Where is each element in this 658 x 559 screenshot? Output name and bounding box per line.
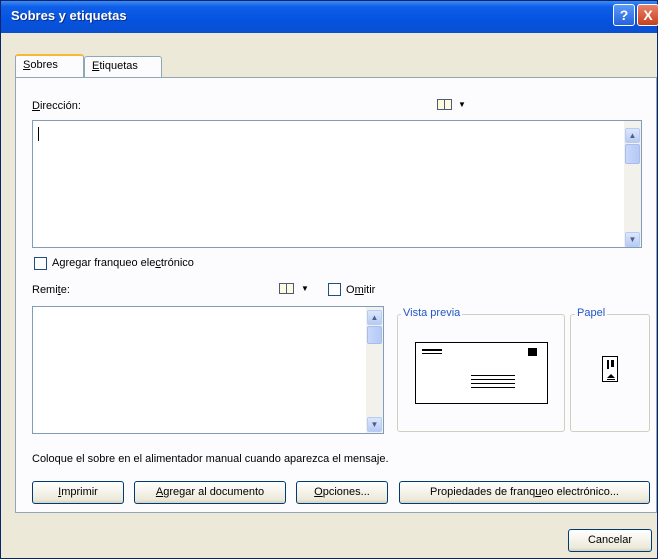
- agregar-label: gregar al documento: [163, 486, 265, 498]
- return-line: [422, 353, 442, 354]
- feed-base: [607, 379, 615, 380]
- omitir-checkbox[interactable]: [328, 283, 341, 296]
- window-title: Sobres y etiquetas: [11, 8, 127, 23]
- remite-scrollbar[interactable]: ▲ ▼: [366, 307, 383, 433]
- franqueo-checkbox[interactable]: [34, 257, 47, 270]
- direccion-label: Dirección:: [32, 100, 81, 112]
- propiedades-label-pre: Propiedades de franq: [430, 486, 536, 498]
- direccion-mnemonic: D: [32, 100, 40, 112]
- omitir-label[interactable]: Omitir: [346, 284, 375, 296]
- paper-feed-icon[interactable]: [602, 356, 618, 382]
- franqueo-label-pre: Agregar franqueo ele: [52, 257, 156, 269]
- feed-mark: [607, 360, 609, 369]
- close-icon: X: [643, 7, 653, 23]
- return-line: [422, 349, 442, 351]
- direccion-input[interactable]: ▲ ▼: [32, 120, 642, 248]
- stamp-mark: [528, 348, 537, 356]
- text-cursor: [38, 127, 39, 141]
- tab-etiquetas[interactable]: Etiquetas: [84, 56, 162, 78]
- omitir-label-post: itir: [363, 284, 376, 296]
- sobres-panel: Dirección: ▼ ▲ ▼ Agregar franqueo electr…: [15, 77, 657, 513]
- address-line: [471, 387, 515, 388]
- chevron-down-icon[interactable]: ▼: [458, 100, 466, 109]
- imprimir-label: mprimir: [61, 486, 98, 498]
- omitir-mnemonic: m: [354, 284, 364, 296]
- close-button[interactable]: X: [637, 4, 658, 26]
- scroll-down-icon[interactable]: ▼: [625, 232, 640, 247]
- imprimir-button[interactable]: Imprimir: [32, 481, 124, 504]
- remite-label: Remite:: [32, 284, 70, 296]
- franqueo-label[interactable]: Agregar franqueo electrónico: [52, 257, 194, 269]
- vista-previa-label: Vista previa: [401, 307, 463, 319]
- scroll-down-icon[interactable]: ▼: [367, 417, 382, 432]
- title-bar: Sobres y etiquetas ? X: [1, 1, 658, 33]
- propiedades-label-post: eo electrónico...: [541, 486, 619, 498]
- feed-mark: [611, 360, 614, 367]
- address-line: [471, 383, 515, 384]
- tab-sobres-label: obres: [30, 59, 58, 71]
- opciones-label: pciones...: [322, 486, 370, 498]
- feed-arrow: [607, 374, 615, 378]
- help-icon: ?: [619, 7, 629, 23]
- franqueo-label-post: trónico: [160, 257, 194, 269]
- direccion-label-text: irección:: [39, 100, 81, 112]
- remite-input[interactable]: ▲ ▼: [32, 306, 384, 434]
- opciones-mnemonic: O: [314, 486, 323, 498]
- instruction-message: Coloque el sobre en el alimentador manua…: [32, 453, 389, 465]
- cancelar-button[interactable]: Cancelar: [568, 529, 652, 552]
- scroll-up-icon[interactable]: ▲: [367, 310, 382, 325]
- omitir-label-pre: O: [346, 284, 355, 296]
- tab-sobres[interactable]: Sobres: [15, 54, 84, 78]
- address-line: [471, 379, 515, 380]
- tab-etiquetas-label: tiquetas: [99, 60, 138, 72]
- help-button[interactable]: ?: [613, 4, 635, 26]
- papel-label: Papel: [575, 307, 608, 319]
- remite-label-pre: Remi: [32, 284, 58, 296]
- scroll-up-icon[interactable]: ▲: [625, 128, 640, 143]
- direccion-scrollbar[interactable]: ▲ ▼: [624, 121, 641, 247]
- address-book-icon[interactable]: [279, 283, 294, 294]
- agregar-documento-button[interactable]: Agregar al documento: [134, 481, 286, 504]
- propiedades-franqueo-button[interactable]: Propiedades de franqueo electrónico...: [399, 481, 650, 504]
- scroll-thumb[interactable]: [367, 326, 382, 344]
- remite-label-post: e:: [60, 284, 70, 296]
- address-line: [471, 375, 515, 376]
- envelopes-labels-dialog: Sobres y etiquetas ? X Sobres Etiquetas …: [0, 0, 658, 559]
- scroll-thumb[interactable]: [625, 144, 640, 164]
- opciones-button[interactable]: Opciones...: [296, 481, 388, 504]
- address-book-icon[interactable]: [437, 99, 452, 110]
- chevron-down-icon[interactable]: ▼: [301, 284, 309, 293]
- envelope-preview-icon[interactable]: [415, 342, 548, 404]
